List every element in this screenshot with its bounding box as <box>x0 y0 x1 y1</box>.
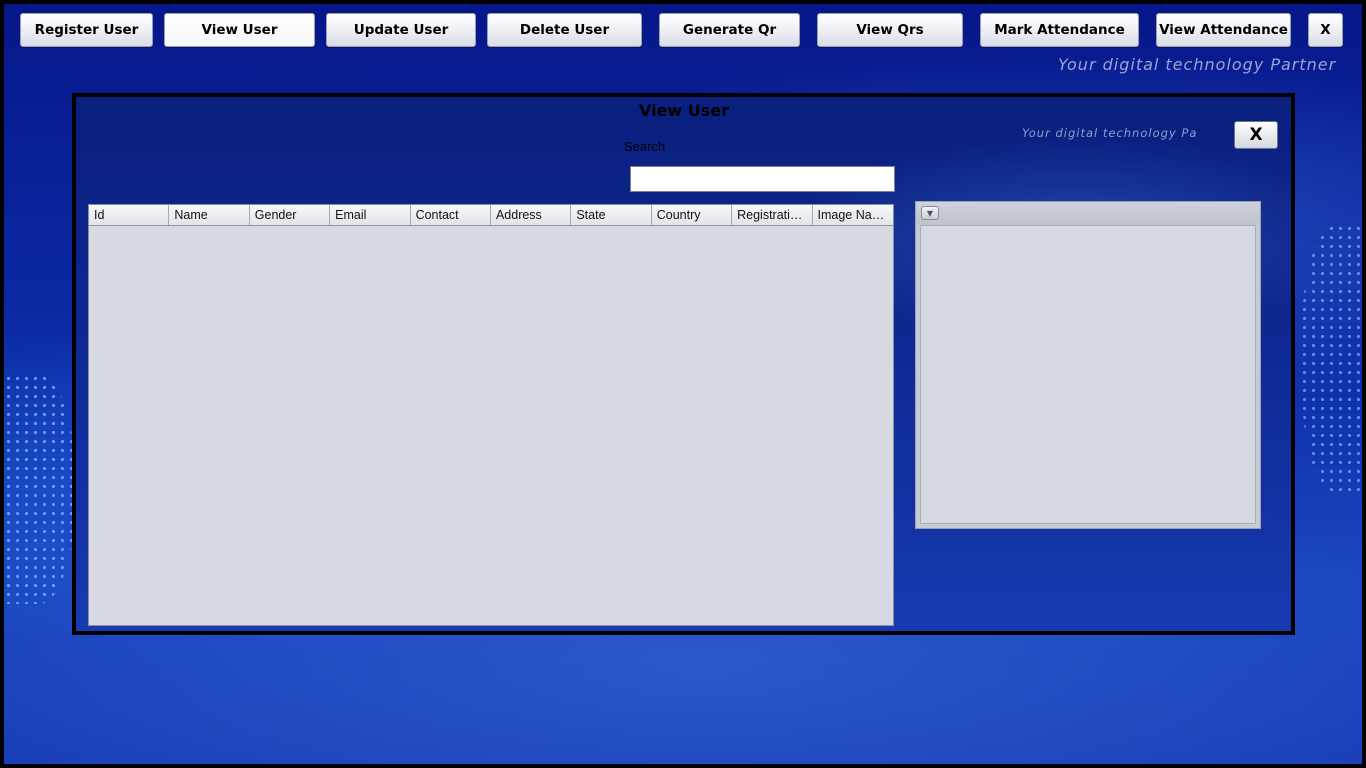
panel-title: View User <box>638 101 730 120</box>
column-header[interactable]: Image Name <box>813 205 893 225</box>
column-header[interactable]: Address <box>491 205 572 225</box>
close-app-button[interactable]: X <box>1308 13 1343 47</box>
close-panel-button[interactable]: X <box>1234 121 1278 149</box>
column-header[interactable]: Contact <box>411 205 491 225</box>
column-header[interactable]: Email <box>330 205 411 225</box>
users-table[interactable]: Id Name Gender Email Contact Address State Coun… <box>88 204 894 626</box>
update-user-button[interactable]: Update User <box>326 13 476 47</box>
view-user-panel: Your digital technology Pa View User Sea… <box>72 93 1295 635</box>
tagline: Your digital technology Partner <box>1058 55 1337 74</box>
column-header[interactable]: Id <box>89 205 170 225</box>
view-qrs-button[interactable]: View Qrs <box>817 13 963 47</box>
chevron-down-icon[interactable]: ▼ <box>921 206 939 220</box>
generate-qr-button[interactable]: Generate Qr <box>659 13 800 47</box>
mark-attendance-button[interactable]: Mark Attendance <box>980 13 1139 47</box>
column-header[interactable]: Name <box>169 205 250 225</box>
panel-watermark-tagline: Your digital technology Pa <box>1022 126 1198 140</box>
column-header[interactable]: Registration Date <box>732 205 813 225</box>
view-attendance-button[interactable]: View Attendance <box>1156 13 1291 47</box>
image-panel-toolbar: ▼ <box>916 202 1260 225</box>
decorative-dot-wave-left <box>4 374 76 604</box>
column-header[interactable]: Gender <box>250 205 331 225</box>
user-image-panel: ▼ <box>915 201 1261 529</box>
column-header[interactable]: State <box>571 205 652 225</box>
search-label: Search <box>624 139 666 154</box>
column-header[interactable]: Country <box>652 205 733 225</box>
search-input[interactable] <box>630 166 895 192</box>
main-window: Register User View User Update User Dele… <box>0 0 1366 768</box>
register-user-button[interactable]: Register User <box>20 13 153 47</box>
delete-user-button[interactable]: Delete User <box>487 13 642 47</box>
user-image-area <box>920 225 1256 524</box>
view-user-button[interactable]: View User <box>164 13 315 47</box>
table-body[interactable] <box>89 226 893 625</box>
decorative-dot-wave-right <box>1300 224 1362 494</box>
table-header: Id Name Gender Email Contact Address State Coun… <box>89 205 893 226</box>
